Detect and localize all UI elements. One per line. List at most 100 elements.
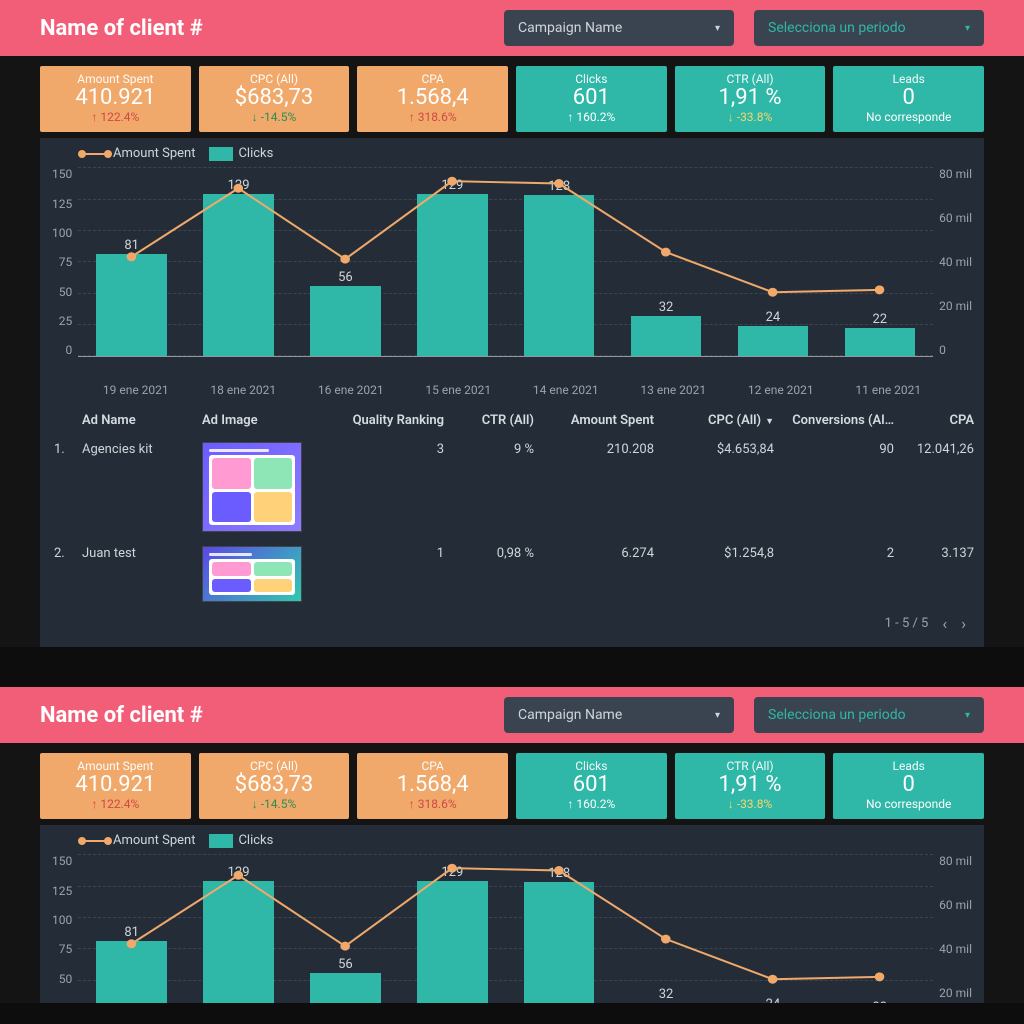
metric-delta: ↓ -33.8% bbox=[681, 110, 820, 124]
metric-card[interactable]: Amount Spent 410.921 ↑ 122.4% bbox=[40, 66, 191, 132]
metric-label: CTR (All) bbox=[681, 759, 820, 773]
quality-ranking: 1 bbox=[318, 544, 448, 563]
metric-card[interactable]: CTR (All) 1,91 % ↓ -33.8% bbox=[675, 66, 826, 132]
bar-column[interactable]: 81 bbox=[78, 167, 185, 356]
metric-label: Amount Spent bbox=[46, 759, 185, 773]
metric-card[interactable]: Clicks 601 ↑ 160.2% bbox=[516, 66, 667, 132]
bar-label: 32 bbox=[631, 987, 702, 1002]
metric-card[interactable]: CPC (All) $683,73 ↓ -14.5% bbox=[199, 66, 350, 132]
table-col-header[interactable]: CPC (All)▼ bbox=[658, 411, 778, 430]
metric-label: CPC (All) bbox=[205, 72, 344, 86]
bar-column[interactable]: 129 bbox=[399, 167, 506, 356]
bar-column[interactable]: 128 bbox=[506, 854, 613, 1003]
metric-card[interactable]: Clicks 601 ↑ 160.2% bbox=[516, 753, 667, 819]
metric-card[interactable]: Leads 0 No corresponde bbox=[833, 66, 984, 132]
table-col-header[interactable] bbox=[50, 411, 78, 415]
bar-label: 81 bbox=[96, 925, 167, 940]
quality-ranking: 3 bbox=[318, 440, 448, 459]
metric-value: 601 bbox=[522, 86, 661, 110]
table-row[interactable]: 1. Agencies kit 3 9 % 210.208 $4.653,84 … bbox=[40, 432, 984, 536]
chevron-down-icon: ▾ bbox=[965, 710, 970, 721]
metric-card[interactable]: CPC (All) $683,73 ↓ -14.5% bbox=[199, 753, 350, 819]
chart-plot[interactable]: 81 129 56 129 128 32 24 22 bbox=[78, 167, 933, 357]
legend-line-item[interactable]: Amount Spent bbox=[82, 833, 195, 848]
bar-column[interactable]: 129 bbox=[185, 167, 292, 356]
table-col-header[interactable]: Quality Ranking bbox=[318, 411, 448, 430]
y-axis-left: 1501251007550250 bbox=[52, 167, 78, 357]
metric-value: 410.921 bbox=[46, 86, 185, 110]
ad-image-thumb[interactable] bbox=[202, 442, 302, 532]
legend-line-item[interactable]: Amount Spent bbox=[82, 146, 195, 161]
metric-card[interactable]: CTR (All) 1,91 % ↓ -33.8% bbox=[675, 753, 826, 819]
metric-card[interactable]: Leads 0 No corresponde bbox=[833, 753, 984, 819]
table-col-header[interactable]: Conversions (Al… bbox=[778, 411, 898, 430]
bar-column[interactable]: 129 bbox=[399, 854, 506, 1003]
bar-column[interactable]: 129 bbox=[185, 854, 292, 1003]
table-pager: 1 - 5 / 5 ‹ › bbox=[40, 606, 984, 633]
bar-column[interactable]: 22 bbox=[826, 167, 933, 356]
bar-column[interactable]: 128 bbox=[506, 167, 613, 356]
pager-next-icon[interactable]: › bbox=[961, 614, 966, 633]
bar-label: 129 bbox=[203, 865, 274, 880]
client-title: Name of client # bbox=[40, 703, 203, 728]
campaign-dropdown[interactable]: Campaign Name ▾ bbox=[504, 10, 734, 46]
chevron-down-icon: ▾ bbox=[715, 23, 720, 34]
metric-value: 0 bbox=[839, 773, 978, 797]
legend-bar-item[interactable]: Clicks bbox=[209, 146, 273, 161]
pager-prev-icon[interactable]: ‹ bbox=[942, 614, 947, 633]
x-tick: 11 ene 2021 bbox=[835, 383, 943, 397]
chevron-down-icon: ▾ bbox=[715, 710, 720, 721]
legend-bar-item[interactable]: Clicks bbox=[209, 833, 273, 848]
table-col-header[interactable]: Ad Image bbox=[198, 411, 318, 430]
period-dropdown[interactable]: Selecciona un periodo ▾ bbox=[754, 697, 984, 733]
table-col-header[interactable]: Ad Name bbox=[78, 411, 198, 430]
metric-card[interactable]: CPA 1.568,4 ↑ 318.6% bbox=[357, 753, 508, 819]
metric-delta: No corresponde bbox=[839, 110, 978, 124]
conversions: 2 bbox=[778, 544, 898, 563]
ctr-all: 9 % bbox=[448, 440, 538, 459]
bar-column[interactable]: 32 bbox=[613, 854, 720, 1003]
metric-delta: ↓ -14.5% bbox=[205, 797, 344, 811]
ad-image-thumb[interactable] bbox=[202, 546, 302, 602]
metric-cards: Amount Spent 410.921 ↑ 122.4% CPC (All) … bbox=[0, 66, 1024, 138]
bar-column[interactable]: 32 bbox=[613, 167, 720, 356]
table-col-header[interactable]: CPA bbox=[898, 411, 978, 430]
bar-label: 22 bbox=[845, 1000, 916, 1004]
bar-column[interactable]: 22 bbox=[826, 854, 933, 1003]
bar-column[interactable]: 56 bbox=[292, 854, 399, 1003]
row-index: 1. bbox=[50, 440, 78, 459]
metric-delta: ↑ 122.4% bbox=[46, 110, 185, 124]
chart-plot[interactable]: 81 129 56 129 128 32 24 22 bbox=[78, 854, 933, 1003]
swatch-icon bbox=[209, 147, 233, 161]
amount-spent: 6.274 bbox=[538, 544, 658, 563]
metric-label: CPA bbox=[363, 759, 502, 773]
pager-range: 1 - 5 / 5 bbox=[885, 616, 929, 631]
bar-label: 22 bbox=[845, 312, 916, 327]
metric-delta: ↑ 122.4% bbox=[46, 797, 185, 811]
metric-card[interactable]: Amount Spent 410.921 ↑ 122.4% bbox=[40, 753, 191, 819]
table-col-header[interactable]: Amount Spent bbox=[538, 411, 658, 430]
bar-column[interactable]: 56 bbox=[292, 167, 399, 356]
metric-value: $683,73 bbox=[205, 86, 344, 110]
bar-column[interactable]: 81 bbox=[78, 854, 185, 1003]
sort-desc-icon: ▼ bbox=[765, 417, 774, 427]
metric-card[interactable]: CPA 1.568,4 ↑ 318.6% bbox=[357, 66, 508, 132]
bar-label: 24 bbox=[738, 310, 809, 325]
table-col-header[interactable]: CTR (All) bbox=[448, 411, 538, 430]
bar-column[interactable]: 24 bbox=[719, 854, 826, 1003]
campaign-dropdown[interactable]: Campaign Name ▾ bbox=[504, 697, 734, 733]
period-label: Selecciona un periodo bbox=[768, 20, 906, 36]
period-dropdown[interactable]: Selecciona un periodo ▾ bbox=[754, 10, 984, 46]
cpa: 12.041,26 bbox=[898, 440, 978, 459]
bar-column[interactable]: 24 bbox=[719, 167, 826, 356]
x-tick: 13 ene 2021 bbox=[620, 383, 728, 397]
ads-table: Ad NameAd ImageQuality RankingCTR (All)A… bbox=[40, 403, 984, 647]
campaign-label: Campaign Name bbox=[518, 20, 622, 36]
table-row[interactable]: 2. Juan test 1 0,98 % 6.274 $1.254,8 2 3… bbox=[40, 536, 984, 606]
chart-legend: Amount Spent Clicks bbox=[52, 833, 972, 854]
metric-cards: Amount Spent 410.921 ↑ 122.4% CPC (All) … bbox=[0, 753, 1024, 825]
bar-label: 24 bbox=[738, 997, 809, 1003]
cpa: 3.137 bbox=[898, 544, 978, 563]
metric-value: 1.568,4 bbox=[363, 773, 502, 797]
chart-legend: Amount Spent Clicks bbox=[52, 146, 972, 167]
